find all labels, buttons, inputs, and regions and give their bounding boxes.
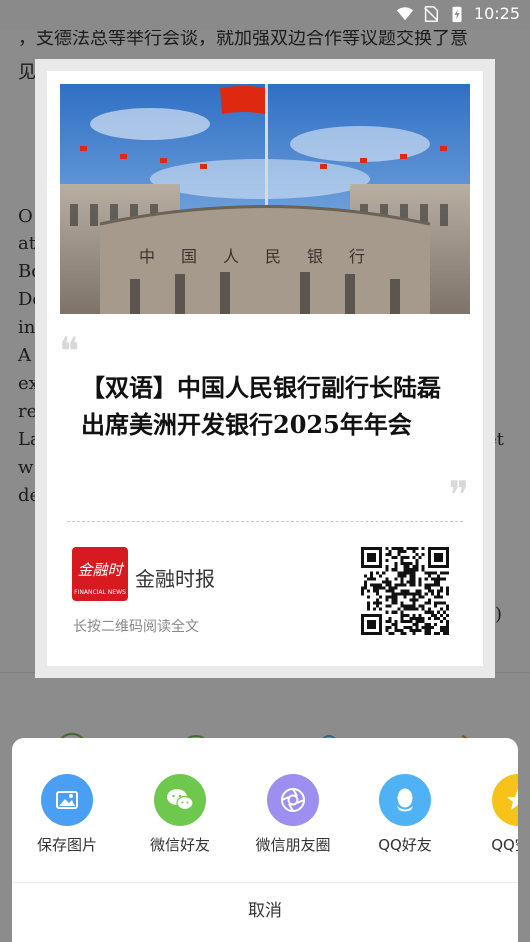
poster-photo: 中国人民银行 bbox=[60, 84, 470, 314]
qq-icon bbox=[379, 774, 431, 826]
battery-charging-icon bbox=[452, 6, 462, 22]
qr-code[interactable] bbox=[361, 547, 449, 635]
no-sim-icon bbox=[424, 5, 438, 22]
wifi-icon bbox=[396, 6, 413, 20]
share-qq-friend-button[interactable]: QQ好友 bbox=[350, 774, 460, 855]
open-quote-icon: ❝ bbox=[59, 329, 80, 373]
share-label: 微信好友 bbox=[149, 836, 210, 854]
brand-logo: 金融时报 FINANCIAL NEWS bbox=[72, 547, 128, 601]
share-label: 微信朋友圈 bbox=[255, 836, 331, 854]
poster-frame: 中国人民银行 ❝ 【双语】中国人民银行副行长陆磊出席美洲开发银行2025年年会 … bbox=[35, 59, 495, 678]
status-time: 10:25 bbox=[473, 4, 520, 23]
share-poster[interactable]: 中国人民银行 ❝ 【双语】中国人民银行副行长陆磊出席美洲开发银行2025年年会 … bbox=[47, 71, 483, 666]
share-wechat-moments-button[interactable]: 微信朋友圈 bbox=[238, 774, 348, 855]
dashed-divider bbox=[67, 521, 463, 522]
brand-name: 金融时报 bbox=[135, 567, 215, 591]
share-label: QQ空间 bbox=[491, 836, 518, 854]
poster-title: 【双语】中国人民银行副行长陆磊出席美洲开发银行2025年年会 bbox=[81, 373, 441, 439]
cancel-button[interactable]: 取消 bbox=[12, 883, 518, 942]
image-icon bbox=[41, 774, 93, 826]
status-bar: 10:25 bbox=[0, 0, 530, 30]
building-sign: 中国人民银行 bbox=[139, 247, 391, 266]
moments-icon bbox=[267, 774, 319, 826]
qzone-icon bbox=[492, 774, 518, 826]
share-save-image-button[interactable]: 保存图片 bbox=[12, 774, 122, 855]
share-qzone-button[interactable]: QQ空间 bbox=[463, 774, 518, 855]
wechat-icon bbox=[154, 774, 206, 826]
share-label: 保存图片 bbox=[36, 836, 97, 854]
qr-hint: 长按二维码阅读全文 bbox=[73, 619, 199, 635]
share-wechat-friend-button[interactable]: 微信好友 bbox=[125, 774, 235, 855]
share-sheet: 保存图片 微信好友 微信朋友圈 QQ好友 QQ空间 取消 bbox=[12, 738, 518, 942]
close-quote-icon: ❞ bbox=[448, 473, 469, 517]
share-label: QQ好友 bbox=[378, 836, 432, 854]
